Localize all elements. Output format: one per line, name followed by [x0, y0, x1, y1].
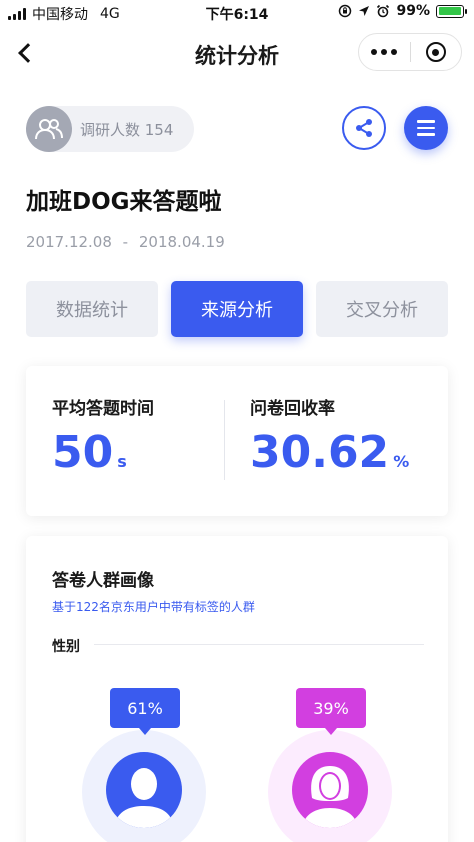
status-right: 99%: [338, 3, 467, 19]
people-icon: [26, 106, 72, 152]
target-close-icon: [425, 42, 446, 62]
respondents-count: 调研人数 154: [80, 120, 174, 139]
recovery-stat: 问卷回收率 30.62%: [250, 394, 409, 478]
stats-divider: [224, 400, 225, 480]
avg-time-label: 平均答题时间: [52, 399, 154, 419]
date-separator: -: [122, 233, 129, 251]
battery-icon: [436, 4, 467, 18]
rotation-lock-icon: [339, 4, 352, 18]
status-bar: 中国移动 4G 下午6:14 99%: [0, 0, 474, 26]
survey-title: 加班DOG来答题啦: [26, 189, 222, 215]
mini-program-capsule: [358, 33, 462, 71]
avg-time-value: 50: [52, 427, 114, 478]
tab-data-stats[interactable]: 数据统计: [26, 281, 158, 337]
profile-subtitle: 基于122名京东用户中带有标签的人群: [52, 600, 255, 614]
avg-time-unit: s: [117, 452, 127, 471]
female-percent-badge: 39%: [296, 688, 366, 735]
menu-icon: [417, 120, 435, 123]
alarm-icon: [377, 4, 390, 18]
tab-bar: 数据统计 来源分析 交叉分析: [26, 281, 448, 337]
nav-bar: 统计分析: [0, 28, 474, 78]
male-percent-badge: 61%: [110, 688, 180, 735]
menu-button[interactable]: [404, 106, 448, 150]
avg-time-stat: 平均答题时间 50 s: [52, 394, 154, 478]
recovery-value: 30.62: [250, 427, 390, 478]
share-button[interactable]: [342, 106, 386, 150]
section-divider: [94, 644, 424, 645]
more-button[interactable]: [359, 34, 410, 70]
stats-card: 平均答题时间 50 s 问卷回收率 30.62%: [26, 366, 448, 516]
more-dots-icon: [371, 49, 378, 55]
recovery-value-row: 30.62%: [250, 427, 409, 478]
battery-percent: 99%: [396, 3, 430, 19]
gender-section-label: 性别: [52, 639, 80, 655]
male-avatar-icon: [106, 752, 182, 828]
female-avatar-icon: [292, 752, 368, 828]
date-start: 2017.12.08: [26, 233, 112, 251]
recovery-unit: %: [393, 452, 410, 471]
recovery-label: 问卷回收率: [250, 399, 335, 419]
male-stat: 61%: [80, 686, 210, 842]
respondents-pill: 调研人数 154: [26, 106, 194, 152]
date-range: 2017.12.08 - 2018.04.19: [26, 233, 225, 251]
female-stat: 39%: [266, 686, 396, 842]
profile-title: 答卷人群画像: [52, 571, 154, 591]
location-icon: [359, 6, 370, 16]
avg-time-value-row: 50 s: [52, 427, 154, 478]
date-end: 2018.04.19: [138, 233, 225, 251]
share-icon: [356, 119, 372, 137]
close-button[interactable]: [410, 34, 461, 70]
tab-cross-analysis[interactable]: 交叉分析: [316, 281, 448, 337]
audience-profile-card: 答卷人群画像 基于122名京东用户中带有标签的人群 性别 61% 39%: [26, 536, 448, 842]
tab-source-analysis[interactable]: 来源分析: [171, 281, 303, 337]
